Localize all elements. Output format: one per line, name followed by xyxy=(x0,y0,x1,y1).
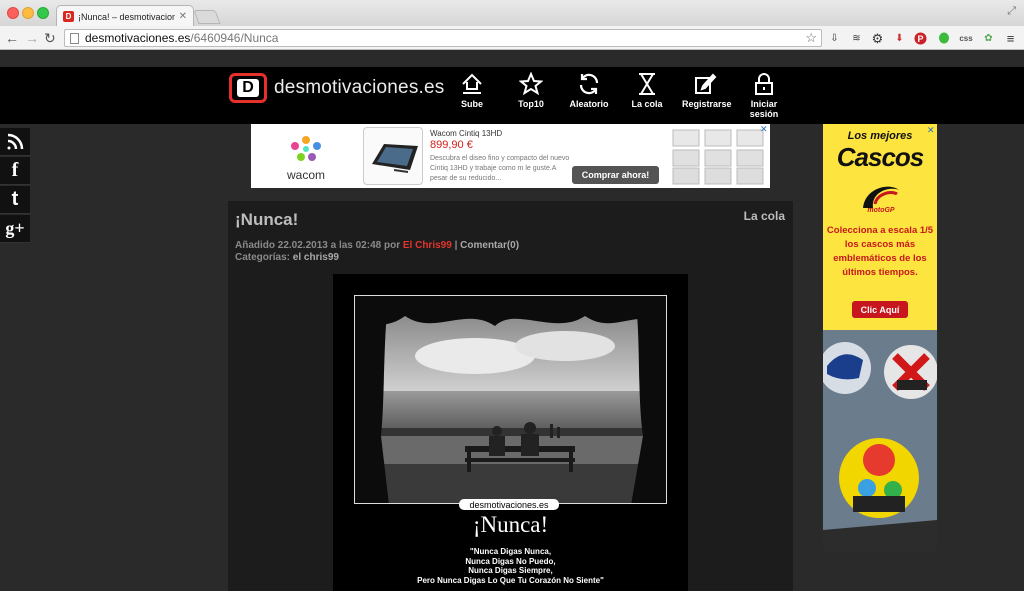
post-meta: Añadido 22.02.2013 a las 02:48 por El Ch… xyxy=(235,240,519,251)
svg-text:P: P xyxy=(917,34,923,44)
google-plus-icon[interactable]: g+ xyxy=(0,215,30,243)
ad-product-title: Wacom Cintiq 13HD xyxy=(430,129,503,138)
poster-line: Pero Nunca Digas Lo Que Tu Corazón No Si… xyxy=(417,575,604,585)
extension-css-icon[interactable]: css xyxy=(958,32,974,45)
wacom-brand-text: wacom xyxy=(286,168,325,182)
nav-top10[interactable]: Top10 xyxy=(514,71,548,109)
chrome-menu-icon[interactable]: ≡ xyxy=(1004,31,1017,46)
categories-label: Categorías: xyxy=(235,252,293,263)
address-bar[interactable]: desmotivaciones.es/6460946/Nunca ☆ xyxy=(64,29,822,47)
nav-label-iniciar-sesion: Iniciar sesión xyxy=(749,99,779,119)
post-categories: Categorías: el chris99 xyxy=(235,252,339,263)
browser-titlebar: D ¡Nunca! – desmotivaciones ✕ ⤢ xyxy=(0,0,1024,27)
motogp-logo-icon: motoGP xyxy=(863,186,899,214)
side-ad-line2: Cascos xyxy=(836,142,925,172)
page-icon xyxy=(70,32,79,44)
nav-label-la-cola: La cola xyxy=(631,99,663,109)
post-queue-link[interactable]: La cola xyxy=(744,209,785,223)
shuffle-refresh-icon xyxy=(566,71,612,97)
star-icon xyxy=(514,71,548,97)
post-author-link[interactable]: El Chris99 xyxy=(403,240,452,251)
side-banner-ad[interactable]: ✕ Los mejores Cascos motoGP Colecciona a… xyxy=(823,124,937,551)
favicon-icon: D xyxy=(63,11,74,22)
bookmark-star-icon[interactable]: ☆ xyxy=(805,30,817,46)
tab-title: ¡Nunca! – desmotivaciones xyxy=(78,11,175,22)
side-ad-promo-text: Colecciona a escala 1/5 los cascos más e… xyxy=(826,225,934,278)
url-path: /6460946/Nunca xyxy=(190,31,279,45)
wacom-logo-icon xyxy=(291,136,321,161)
poster-photo xyxy=(354,295,667,504)
lock-icon xyxy=(736,71,792,97)
browser-toolbar: ← → ↻ desmotivaciones.es/6460946/Nunca ☆… xyxy=(0,26,1024,50)
side-ad-click-button[interactable]: Clic Aquí xyxy=(852,301,908,318)
post-container: ¡Nunca! La cola Añadido 22.02.2013 a las… xyxy=(228,201,793,591)
comment-link[interactable]: Comentar(0) xyxy=(460,240,519,251)
poster-line: Nunca Digas No Puedo, xyxy=(465,556,556,566)
browser-tab[interactable]: D ¡Nunca! – desmotivaciones ✕ xyxy=(56,5,194,27)
url-domain: desmotivaciones.es xyxy=(85,31,191,45)
extension-gear-icon[interactable]: ⚙ xyxy=(871,31,884,46)
tab-close-icon[interactable]: ✕ xyxy=(179,11,187,22)
site-logo-text[interactable]: desmotivaciones.es xyxy=(274,77,444,99)
tablet-product-image xyxy=(363,127,423,185)
forward-arrow-icon[interactable]: → xyxy=(25,29,39,47)
window-close-button[interactable] xyxy=(7,7,19,19)
side-ad-line1: Los mejores xyxy=(847,130,913,142)
hourglass-icon xyxy=(630,71,664,97)
twitter-icon[interactable]: t xyxy=(0,186,30,214)
nav-la-cola[interactable]: La cola xyxy=(630,71,664,109)
nav-label-aleatorio: Aleatorio xyxy=(569,99,609,109)
reload-icon[interactable]: ↻ xyxy=(44,29,56,47)
facebook-icon[interactable]: f xyxy=(0,157,30,185)
extension-pocket-icon[interactable]: ⬇ xyxy=(893,32,906,45)
top-banner-ad[interactable]: wacom Wacom Cintiq 13HD 899,90 € Descubr… xyxy=(251,124,770,188)
ad-thumbnails xyxy=(672,129,764,185)
ad-product-price: 899,90 € xyxy=(430,139,473,151)
site-header: D desmotivaciones.es Sube Top10 Aleatori… xyxy=(0,67,1024,124)
riders-helmets-image xyxy=(823,330,937,551)
site-logo-icon[interactable]: D xyxy=(229,73,267,103)
ad-product-description: Descubra el diseo fino y compacto del nu… xyxy=(430,155,570,182)
motogp-text: motoGP xyxy=(867,207,895,214)
upload-home-icon xyxy=(456,71,488,97)
nav-sube[interactable]: Sube xyxy=(456,71,488,109)
poster-watermark: desmotivaciones.es xyxy=(459,499,559,510)
extension-pinterest-icon[interactable]: P xyxy=(914,32,927,45)
nav-label-sube: Sube xyxy=(460,99,483,109)
poster-title: ¡Nunca! xyxy=(472,512,549,537)
post-title[interactable]: ¡Nunca! xyxy=(235,210,298,230)
meta-separator: | xyxy=(451,240,461,251)
window-minimize-button[interactable] xyxy=(22,7,34,19)
category-link[interactable]: el chris99 xyxy=(293,252,339,263)
extension-evernote-icon[interactable] xyxy=(937,32,950,45)
new-tab-button[interactable] xyxy=(193,10,221,24)
extension-leaf-icon[interactable]: ✿ xyxy=(982,32,995,45)
post-date-text: Añadido 22.02.2013 a las 02:48 por xyxy=(235,240,403,251)
fullscreen-icon[interactable]: ⤢ xyxy=(1007,5,1016,18)
ad-buy-button[interactable]: Comprar ahora! xyxy=(572,166,659,184)
window-maximize-button[interactable] xyxy=(37,7,49,19)
ad-close-icon[interactable]: ✕ xyxy=(760,124,768,135)
nav-label-registrarse: Registrarse xyxy=(682,99,732,109)
extension-buffer-icon[interactable]: ≋ xyxy=(850,32,863,45)
poster-text: "Nunca Digas Nunca, Nunca Digas No Puedo… xyxy=(333,547,688,585)
back-arrow-icon[interactable]: ← xyxy=(5,29,19,47)
extension-download-icon[interactable]: ⇩ xyxy=(828,32,841,45)
edit-pencil-icon xyxy=(682,71,728,97)
nav-label-top10: Top10 xyxy=(518,99,544,109)
nav-iniciar-sesion[interactable]: Iniciar sesión xyxy=(736,71,792,119)
poster-line: "Nunca Digas Nunca, xyxy=(469,547,552,556)
demotivational-poster[interactable]: desmotivaciones.es ¡Nunca! "Nunca Digas … xyxy=(333,274,688,591)
poster-line: Nunca Digas Siempre, xyxy=(468,566,553,575)
rss-icon[interactable] xyxy=(0,128,30,156)
nav-registrarse[interactable]: Registrarse xyxy=(682,71,732,109)
nav-aleatorio[interactable]: Aleatorio xyxy=(566,71,612,109)
